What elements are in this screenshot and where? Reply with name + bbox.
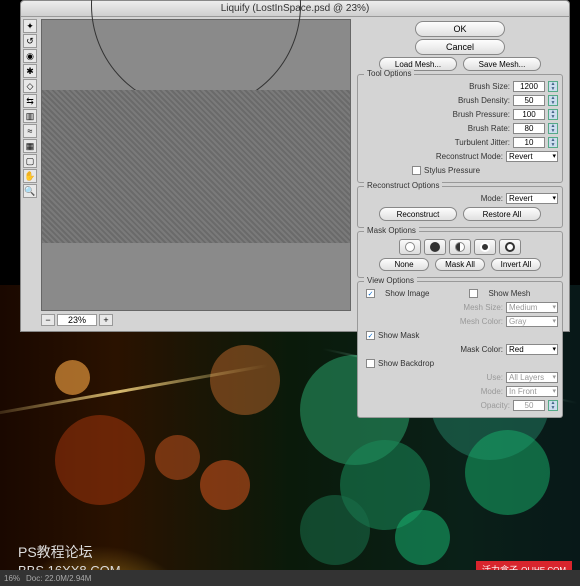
zoom-tool[interactable]: 🔍 [23,184,37,198]
mask-invert-all-button[interactable]: Invert All [491,258,541,271]
reconstruct-options-group: Reconstruct Options Mode:Revert Reconstr… [357,186,563,228]
show-image-checkbox[interactable]: ✓ [366,289,375,298]
restore-all-button[interactable]: Restore All [463,207,541,221]
mask-options-group: Mask Options None Mask All Invert All [357,231,563,278]
stylus-pressure-checkbox[interactable] [412,166,421,175]
reconstruct-button[interactable]: Reconstruct [379,207,457,221]
reconstruct-mode-select[interactable]: Revert [506,151,558,162]
mask-none-button[interactable]: None [379,258,429,271]
mask-invert-button[interactable] [499,239,521,255]
view-options-group: View Options ✓Show Image Show Mesh Mesh … [357,281,563,418]
backdrop-opacity-input: 50 [513,400,545,411]
bloat-tool[interactable]: ◇ [23,79,37,93]
mask-subtract-button[interactable] [449,239,471,255]
zoom-controls: − 23% + [41,313,351,327]
ok-button[interactable]: OK [415,21,505,37]
status-bar: 16% Doc: 22.0M/2.94M [0,570,580,586]
turbulent-jitter-stepper[interactable]: ▲▼ [548,137,558,148]
tool-options-group: Tool Options Brush Size:1200▲▼ Brush Den… [357,74,563,183]
mirror-tool[interactable]: ▥ [23,109,37,123]
liquify-dialog: Liquify (LostInSpace.psd @ 23%) ✦ ↺ ◉ ✱ … [20,0,570,332]
hand-tool[interactable]: ✋ [23,169,37,183]
turbulence-tool[interactable]: ≈ [23,124,37,138]
show-mesh-checkbox[interactable] [469,289,478,298]
thaw-mask-tool[interactable]: ▢ [23,154,37,168]
mask-add-button[interactable] [424,239,446,255]
reconstruct-tool[interactable]: ↺ [23,34,37,48]
cancel-button[interactable]: Cancel [415,39,505,55]
show-backdrop-checkbox[interactable] [366,359,375,368]
brush-size-stepper[interactable]: ▲▼ [548,81,558,92]
status-zoom: 16% [4,574,20,583]
turbulent-jitter-input[interactable]: 10 [513,137,545,148]
zoom-value[interactable]: 23% [57,314,97,326]
tool-column: ✦ ↺ ◉ ✱ ◇ ⇆ ▥ ≈ ▦ ▢ ✋ 🔍 [23,19,39,199]
push-left-tool[interactable]: ⇆ [23,94,37,108]
brush-rate-stepper[interactable]: ▲▼ [548,123,558,134]
brush-rate-input[interactable]: 80 [513,123,545,134]
twirl-tool[interactable]: ◉ [23,49,37,63]
freeze-mask-tool[interactable]: ▦ [23,139,37,153]
opacity-stepper: ▲▼ [548,400,558,411]
mask-color-select[interactable]: Red [506,344,558,355]
status-doc: Doc: 22.0M/2.94M [26,574,91,583]
backdrop-mode-select: In Front [506,386,558,397]
mask-all-button[interactable]: Mask All [435,258,485,271]
pucker-tool[interactable]: ✱ [23,64,37,78]
options-panel: OK Cancel Load Mesh... Save Mesh... Tool… [357,19,563,421]
brush-pressure-stepper[interactable]: ▲▼ [548,109,558,120]
brush-size-input[interactable]: 1200 [513,81,545,92]
mesh-size-select: Medium [506,302,558,313]
zoom-out-button[interactable]: − [41,314,55,326]
brush-density-input[interactable]: 50 [513,95,545,106]
show-mask-checkbox[interactable]: ✓ [366,331,375,340]
brush-pressure-input[interactable]: 100 [513,109,545,120]
forward-warp-tool[interactable]: ✦ [23,19,37,33]
backdrop-use-select: All Layers [506,372,558,383]
watermark-forum: PS教程论坛 [18,542,93,562]
mesh-color-select: Gray [506,316,558,327]
save-mesh-button[interactable]: Save Mesh... [463,57,541,71]
zoom-in-button[interactable]: + [99,314,113,326]
mask-intersect-button[interactable] [474,239,496,255]
recon-mode-select[interactable]: Revert [506,193,558,204]
preview-canvas[interactable] [41,19,351,311]
mask-replace-button[interactable] [399,239,421,255]
brush-density-stepper[interactable]: ▲▼ [548,95,558,106]
